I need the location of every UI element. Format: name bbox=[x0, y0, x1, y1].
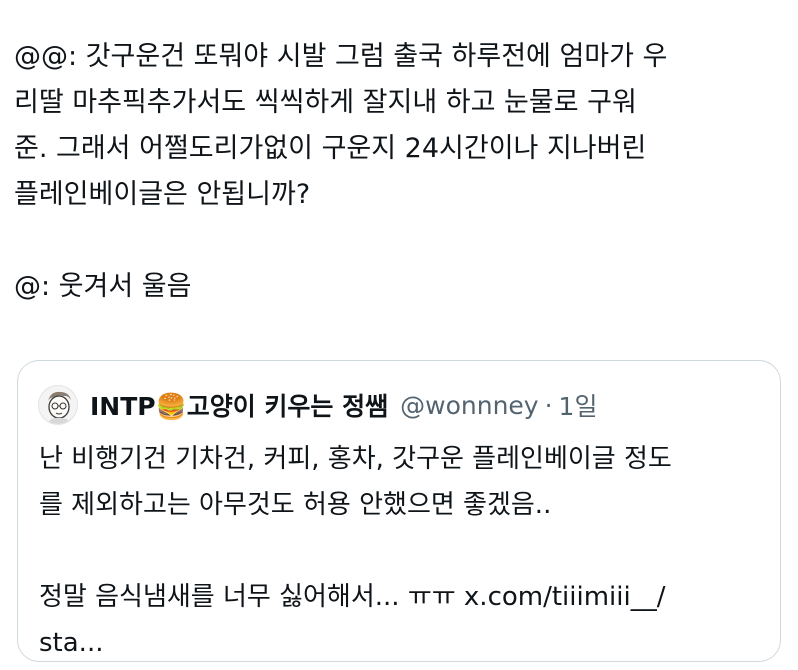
quoted-tweet-text: 난 비행기건 기차건, 커피, 홍차, 갓구운 플레인베이글 정도 를 제외하고… bbox=[39, 436, 764, 661]
tweet-text-line: 리딸 마추픽추가서도 씩씩하게 잘지내 하고 눈물로 구워 bbox=[14, 87, 637, 118]
quoted-tweet-card[interactable]: INTP🍔고양이 키우는 정쌤 @wonnney · 1일 난 비행기건 기차건… bbox=[17, 360, 781, 662]
tweet-text-line: 준. 그래서 어쩔도리가없이 구운지 24시간이나 지나버린 bbox=[14, 133, 647, 164]
quoted-text-line: 난 비행기건 기차건, 커피, 홍차, 갓구운 플레인베이글 정도 bbox=[39, 444, 672, 474]
cartoon-face-avatar-icon[interactable] bbox=[38, 385, 78, 425]
separator-dot: · bbox=[544, 390, 553, 420]
tweet-text-line: @@: 갓구운건 또뭐야 시발 그럼 출국 하루전에 엄마가 우 bbox=[14, 41, 668, 72]
quoted-text-line: 를 제외하고는 아무것도 허용 안했으면 좋겠음.. bbox=[39, 490, 552, 520]
quoted-author-name[interactable]: INTP🍔고양이 키우는 정쌤 bbox=[90, 387, 388, 423]
quoted-timestamp[interactable]: 1일 bbox=[559, 387, 598, 423]
tweet-text-line: 플레인베이글은 안됩니까? bbox=[14, 179, 311, 210]
tweet-text: @@: 갓구운건 또뭐야 시발 그럼 출국 하루전에 엄마가 우 리딸 마추픽추… bbox=[14, 34, 784, 310]
quoted-text-line: sta... bbox=[39, 628, 104, 658]
quoted-author-handle[interactable]: @wonnney bbox=[400, 391, 538, 420]
quoted-tweet-header: INTP🍔고양이 키우는 정쌤 @wonnney · 1일 bbox=[38, 383, 597, 427]
quoted-text-line: 정말 음식냄새를 너무 싫어해서... ㅠㅠ x.com/tiiimiii__/ bbox=[39, 582, 666, 612]
tweet-reply-line: @: 웃겨서 울음 bbox=[14, 271, 192, 302]
